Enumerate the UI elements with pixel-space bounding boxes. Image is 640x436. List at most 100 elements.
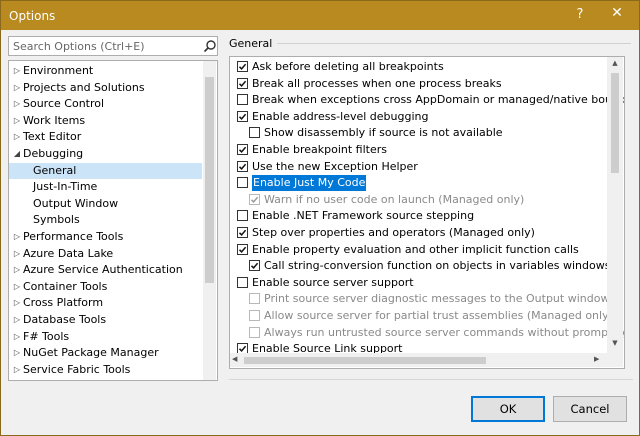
tree-item[interactable]: ▷ Azure Service Authentication — [9, 262, 202, 278]
checkmark-icon — [238, 80, 247, 87]
expanded-arrow-icon[interactable]: ◢ — [12, 146, 22, 162]
tree-item-label: Source Control — [23, 97, 105, 111]
tree-item[interactable]: ▷ NuGet Package Manager — [9, 345, 202, 361]
checkbox-checked[interactable] — [237, 110, 248, 122]
option-label: Use the new Exception Helper — [252, 159, 418, 173]
checkmark-icon — [238, 246, 247, 253]
close-button[interactable]: ✕ — [605, 5, 629, 25]
option-label: Break all processes when one process bre… — [252, 76, 502, 90]
collapsed-arrow-icon[interactable]: ▷ — [12, 129, 22, 145]
tree-item-label: Azure Data Lake — [23, 246, 114, 260]
checkbox[interactable] — [249, 127, 260, 139]
collapsed-arrow-icon[interactable]: ▷ — [12, 63, 22, 79]
option-label: Call string-conversion function on objec… — [264, 259, 611, 273]
collapsed-arrow-icon[interactable]: ▷ — [12, 262, 22, 278]
collapsed-arrow-icon[interactable]: ▷ — [12, 80, 22, 96]
checkmark-icon — [238, 113, 247, 120]
collapsed-arrow-icon[interactable]: ▷ — [12, 246, 22, 262]
collapsed-arrow-icon[interactable]: ▷ — [12, 113, 22, 129]
tree-item-label: Symbols — [33, 213, 80, 227]
checkmark-icon — [238, 163, 247, 170]
checkbox[interactable] — [237, 210, 248, 222]
tree-scrollbar[interactable] — [203, 61, 216, 380]
page-title: General — [229, 37, 273, 50]
checkbox — [249, 310, 260, 321]
search-input[interactable] — [9, 37, 199, 55]
checkbox[interactable] — [237, 94, 248, 106]
checkbox-checked[interactable] — [237, 61, 248, 72]
tree-item[interactable]: Symbols — [9, 212, 202, 228]
tree-item[interactable]: ▷ F# Tools — [9, 329, 202, 345]
collapsed-arrow-icon[interactable]: ▷ — [12, 312, 22, 328]
collapsed-arrow-icon[interactable]: ▷ — [12, 229, 22, 245]
checkbox[interactable] — [237, 177, 248, 189]
tree-item-label: Work Items — [23, 113, 86, 127]
checkmark-icon — [238, 63, 247, 71]
search-icon[interactable] — [203, 39, 217, 53]
collapsed-arrow-icon[interactable]: ▷ — [12, 345, 22, 361]
tree-item[interactable]: Output Window — [9, 196, 202, 212]
checkbox-checked[interactable] — [237, 160, 248, 172]
checkbox-checked[interactable] — [237, 144, 248, 155]
tree-item[interactable]: ▷ Text Editor — [9, 129, 202, 145]
scrollbar-corner — [607, 353, 623, 367]
options-horizontal-scrollbar[interactable]: ◀ ▶ — [230, 353, 607, 367]
tree-item-label: Output Window — [33, 196, 119, 210]
collapsed-arrow-icon[interactable]: ▷ — [12, 279, 22, 295]
help-button[interactable]: ? — [571, 7, 589, 25]
options-tree: ▷ Environment ▷ Projects and Solutions ▷ Sour… — [8, 60, 218, 381]
tree-item[interactable]: ▷ Cross Platform — [9, 295, 202, 311]
checkbox-checked[interactable] — [237, 243, 248, 255]
tree-item[interactable]: ▷ Source Control — [9, 96, 202, 112]
tree-item[interactable]: ▷ Azure Data Lake — [9, 246, 202, 262]
tree-item[interactable]: ▷ Database Tools — [9, 312, 202, 328]
tree-item[interactable]: ▷ Work Items — [9, 113, 202, 129]
collapsed-arrow-icon[interactable]: ▷ — [12, 295, 22, 311]
options-vertical-scrollbar[interactable]: ▲ ▼ — [607, 57, 623, 353]
tree-item[interactable]: ▷ Projects and Solutions — [9, 80, 202, 96]
tree-item[interactable]: ◢ Debugging — [9, 146, 202, 162]
cancel-button[interactable]: Cancel — [553, 396, 627, 422]
tree-item[interactable]: ▷ Container Tools — [9, 279, 202, 295]
checkbox-checked[interactable] — [237, 77, 248, 89]
checkbox — [249, 326, 260, 338]
tree-item-label: Text Editor — [23, 130, 82, 144]
collapsed-arrow-icon[interactable]: ▷ — [12, 96, 22, 112]
tree-item-label: Projects and Solutions — [23, 80, 145, 94]
options-list: Enable Source Link support Always run unt… — [229, 56, 625, 369]
tree-item-label: Database Tools — [23, 313, 107, 326]
option-label: Break when exceptions cross AppDomain or… — [252, 93, 625, 107]
option-label: Enable .NET Framework source stepping — [252, 209, 475, 223]
options-horizontal-scrollbar-thumb[interactable] — [244, 357, 486, 364]
checkbox — [249, 293, 260, 305]
option-label: Enable source server support — [252, 275, 414, 289]
tree-item[interactable]: Just-In-Time — [9, 179, 202, 195]
tree-item[interactable]: ▷ Environment — [9, 63, 202, 79]
tree-scrollbar-thumb[interactable] — [205, 77, 214, 283]
scroll-down-icon[interactable]: ▼ — [607, 339, 623, 349]
scroll-left-icon[interactable]: ◀ — [232, 355, 242, 365]
options-vertical-scrollbar-thumb[interactable] — [611, 73, 619, 173]
option-label: Ask before deleting all breakpoints — [252, 60, 444, 73]
tree-item[interactable]: General — [9, 162, 202, 179]
option-label: Always run untrusted source server comma… — [264, 325, 625, 339]
scroll-right-icon[interactable]: ▶ — [594, 355, 604, 365]
scroll-up-icon[interactable]: ▲ — [607, 59, 623, 69]
ok-button[interactable]: OK — [471, 396, 545, 422]
window-title: Options — [9, 9, 56, 23]
checkbox-checked[interactable] — [237, 227, 248, 238]
checkmark-icon — [238, 345, 247, 353]
checkmark-icon — [250, 196, 259, 203]
checkmark-icon — [250, 262, 259, 270]
footer-divider — [229, 379, 633, 380]
checkbox-checked[interactable] — [249, 260, 260, 272]
collapsed-arrow-icon[interactable]: ▷ — [12, 329, 22, 345]
tree-item[interactable]: ▷ Performance Tools — [9, 229, 202, 245]
collapsed-arrow-icon[interactable]: ▷ — [12, 362, 22, 378]
title-bar[interactable]: Options ? ✕ — [1, 1, 639, 30]
checkbox[interactable] — [237, 276, 248, 288]
option-label: Show disassembly if source is not availa… — [264, 126, 503, 140]
tree-item[interactable]: ▷ Service Fabric Tools — [9, 362, 202, 378]
tree-item-label: Debugging — [23, 147, 84, 160]
tree-item-label: Cross Platform — [23, 296, 104, 310]
